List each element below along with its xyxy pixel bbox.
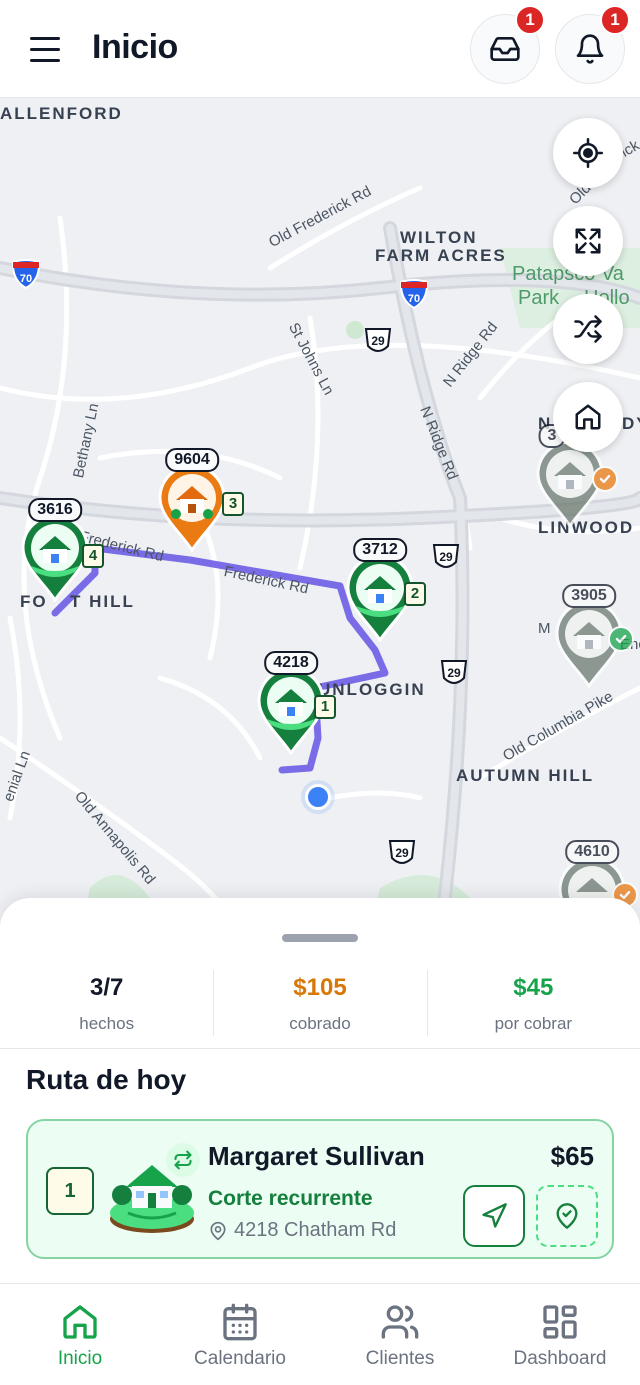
interstate-shield-icon: 70 (11, 259, 41, 290)
nav-label: Clientes (365, 1348, 435, 1369)
locate-me-button[interactable] (553, 118, 623, 188)
shuffle-icon (574, 315, 602, 343)
pin-order: 2 (404, 582, 426, 606)
map-pin-3905[interactable]: 3905 (538, 584, 640, 694)
us-route-shield-icon: 29 (440, 660, 468, 684)
page-title: Inicio (92, 28, 178, 66)
expand-icon (575, 228, 601, 254)
stat-pending: $45 por cobrar (426, 968, 640, 1038)
stop-price: $65 (550, 1141, 594, 1171)
home-icon (63, 1305, 97, 1339)
stats-row: 3/7 hechos $105 cobrado $45 por cobrar (0, 968, 640, 1038)
route-stop-card[interactable]: 1 Margaret Sullivan $65 Corte recurrente (26, 1119, 614, 1259)
pin-order: 4 (82, 544, 104, 568)
current-location-dot (305, 784, 331, 810)
address-text: 4218 Chatham Rd (234, 1219, 397, 1241)
map-pin-3712[interactable]: 3712 2 (332, 538, 428, 648)
area-label: AUTUMN HILL (456, 766, 595, 785)
home-icon (575, 404, 601, 430)
svg-text:70: 70 (20, 273, 32, 285)
route-bottom-sheet: 3/7 hechos $105 cobrado $45 por cobrar R… (0, 898, 640, 1283)
sheet-drag-handle[interactable] (282, 934, 358, 942)
pin-number: 9604 (165, 448, 219, 472)
pin-number: 3616 (28, 498, 82, 522)
navigate-button[interactable] (463, 1185, 525, 1247)
check-icon (608, 626, 634, 652)
house-marker-icon (158, 464, 226, 552)
us-route-shield-icon: 29 (364, 328, 392, 352)
stat-value: $105 (293, 974, 347, 1001)
notifications-badge: 1 (600, 5, 630, 35)
divider (0, 1048, 640, 1049)
calendar-icon (223, 1303, 257, 1341)
stat-collected: $105 cobrado (213, 968, 426, 1038)
pin-order: 3 (222, 492, 244, 516)
inbox-button[interactable]: 1 (470, 5, 545, 84)
nav-label: Calendario (194, 1348, 286, 1369)
client-name: Margaret Sullivan (208, 1141, 425, 1171)
stat-value: 3/7 (89, 974, 124, 1001)
route-map[interactable]: ALLENFORD WILTON FARM ACRES FO T HILL LI… (0, 98, 640, 938)
nav-tab-clients[interactable]: Clientes (320, 1284, 480, 1385)
pin-number: 4610 (565, 840, 619, 864)
service-type: Corte recurrente (208, 1187, 373, 1210)
svg-text:29: 29 (439, 550, 453, 564)
stat-label: por cobrar (494, 1014, 573, 1033)
bell-icon (576, 34, 604, 64)
inbox-badge: 1 (515, 5, 545, 35)
stat-done: 3/7 hechos (0, 968, 213, 1038)
map-pin-3616[interactable]: 3616 4 (10, 498, 104, 608)
pin-number: 4218 (264, 651, 318, 675)
interstate-shield-icon: 70 (399, 279, 429, 310)
svg-text:70: 70 (408, 293, 420, 305)
stat-value: $45 (513, 974, 554, 1001)
bottom-navigation: Inicio Calendario Clientes Dashboard (0, 1283, 640, 1385)
hamburger-icon (30, 37, 60, 40)
crosshair-icon (573, 138, 603, 168)
svg-text:29: 29 (371, 334, 385, 348)
map-pin-4218[interactable]: 4218 1 (242, 651, 340, 761)
svg-text:29: 29 (395, 846, 409, 860)
dashboard-icon (543, 1305, 577, 1339)
inbox-icon (490, 37, 520, 61)
house-marker-icon (21, 514, 89, 602)
pin-number: 3905 (562, 584, 616, 608)
route-title: Ruta de hoy (26, 1064, 187, 1095)
nav-tab-dashboard[interactable]: Dashboard (480, 1284, 640, 1385)
stop-address: 4218 Chatham Rd (208, 1219, 396, 1242)
us-route-shield-icon: 29 (388, 840, 416, 864)
menu-button[interactable] (26, 30, 66, 70)
park-label: Park (518, 287, 560, 309)
svg-text:29: 29 (447, 666, 461, 680)
pin-number: 3712 (353, 538, 407, 562)
fit-bounds-button[interactable] (553, 206, 623, 276)
pin-order: 1 (314, 695, 336, 719)
users-icon (381, 1305, 419, 1339)
stop-order-badge: 1 (46, 1167, 94, 1215)
app-header: Inicio 1 1 (0, 0, 640, 98)
map-pin-check-icon (556, 1203, 578, 1229)
optimize-route-button[interactable] (553, 294, 623, 364)
nav-tab-calendar[interactable]: Calendario (160, 1284, 320, 1385)
map-pin-9604[interactable]: 9604 3 (150, 448, 244, 558)
stat-label: hechos (79, 1014, 135, 1033)
nav-tab-home[interactable]: Inicio (0, 1284, 160, 1385)
area-label: FARM ACRES (375, 246, 507, 265)
notifications-button[interactable]: 1 (555, 5, 630, 84)
area-label: ALLENFORD (0, 104, 123, 123)
recurring-icon (166, 1143, 200, 1177)
navigation-arrow-icon (482, 1203, 507, 1228)
location-pin-icon (210, 1221, 226, 1240)
check-icon (592, 466, 618, 492)
area-label: WILTON (400, 228, 478, 247)
home-base-button[interactable] (553, 382, 623, 452)
us-route-shield-icon: 29 (432, 544, 460, 568)
nav-label: Dashboard (513, 1348, 607, 1369)
stat-label: cobrado (289, 1014, 351, 1033)
area-label: DY (622, 414, 640, 433)
mark-arrived-button[interactable] (536, 1185, 598, 1247)
nav-label: Inicio (57, 1348, 103, 1369)
